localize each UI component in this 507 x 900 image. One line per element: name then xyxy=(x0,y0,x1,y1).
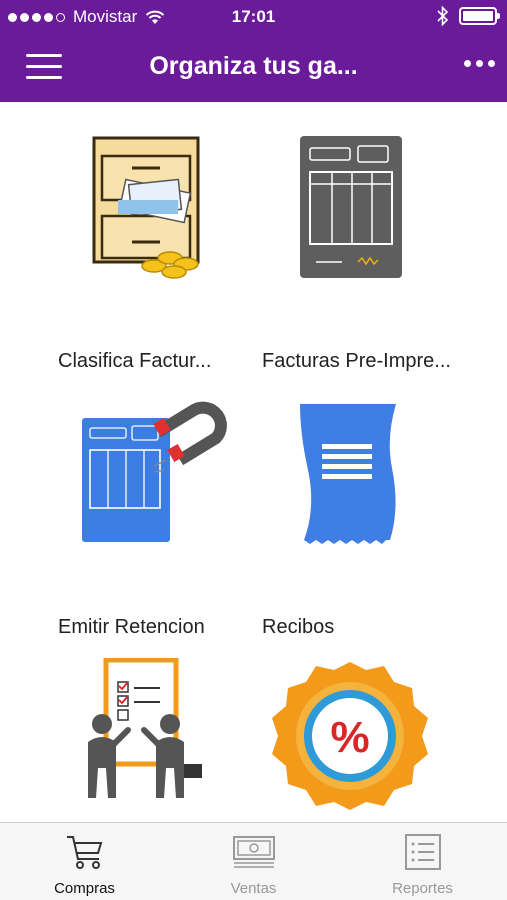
tile-facturas-pre-impresas[interactable]: Facturas Pre-Impre... xyxy=(262,132,472,382)
app-header: Organiza tus ga... xyxy=(0,34,507,102)
tile-emitir-retencion[interactable]: Emitir Retencion xyxy=(58,398,268,648)
tile-team-checklist[interactable] xyxy=(58,658,268,822)
cart-icon xyxy=(66,836,102,869)
tile-recibos[interactable]: Recibos xyxy=(262,398,472,648)
status-bar: Movistar 17:01 xyxy=(0,0,507,34)
tile-label: Emitir Retencion xyxy=(58,616,205,638)
menu-grid: Clasifica Factur... Facturas Pre-Impre..… xyxy=(0,102,507,822)
hamburger-menu-button[interactable] xyxy=(26,54,62,82)
team-checklist-icon xyxy=(88,658,202,798)
file-cabinet-icon xyxy=(92,136,200,279)
tab-label: Ventas xyxy=(230,880,277,897)
bottom-tab-bar: Compras Ventas Reportes xyxy=(0,822,507,900)
tile-label: Recibos xyxy=(262,616,335,638)
battery-icon xyxy=(459,7,500,25)
preprinted-invoice-icon xyxy=(300,136,402,278)
receipt-icon xyxy=(300,404,396,544)
list-report-icon xyxy=(404,834,441,870)
tile-clasifica-facturas[interactable]: Clasifica Factur... xyxy=(58,132,268,382)
banknote-icon xyxy=(232,836,275,868)
tab-label: Compras xyxy=(54,880,115,897)
tile-label: Facturas Pre-Impre... xyxy=(262,350,451,372)
page-title: Organiza tus ga... xyxy=(149,52,358,80)
clock: 17:01 xyxy=(231,7,276,26)
tab-reportes[interactable]: Reportes xyxy=(338,823,507,900)
tab-label: Reportes xyxy=(392,880,453,897)
tile-percent-badge[interactable]: % xyxy=(262,658,472,822)
percent-badge-icon: % xyxy=(272,662,428,810)
bluetooth-icon xyxy=(437,6,449,26)
tab-ventas[interactable]: Ventas xyxy=(169,823,338,900)
tile-label: Clasifica Factur... xyxy=(58,350,212,372)
tab-compras[interactable]: Compras xyxy=(0,823,169,900)
withholding-magnet-icon xyxy=(82,401,227,542)
svg-text:%: % xyxy=(330,713,369,762)
more-options-button[interactable] xyxy=(464,60,495,67)
